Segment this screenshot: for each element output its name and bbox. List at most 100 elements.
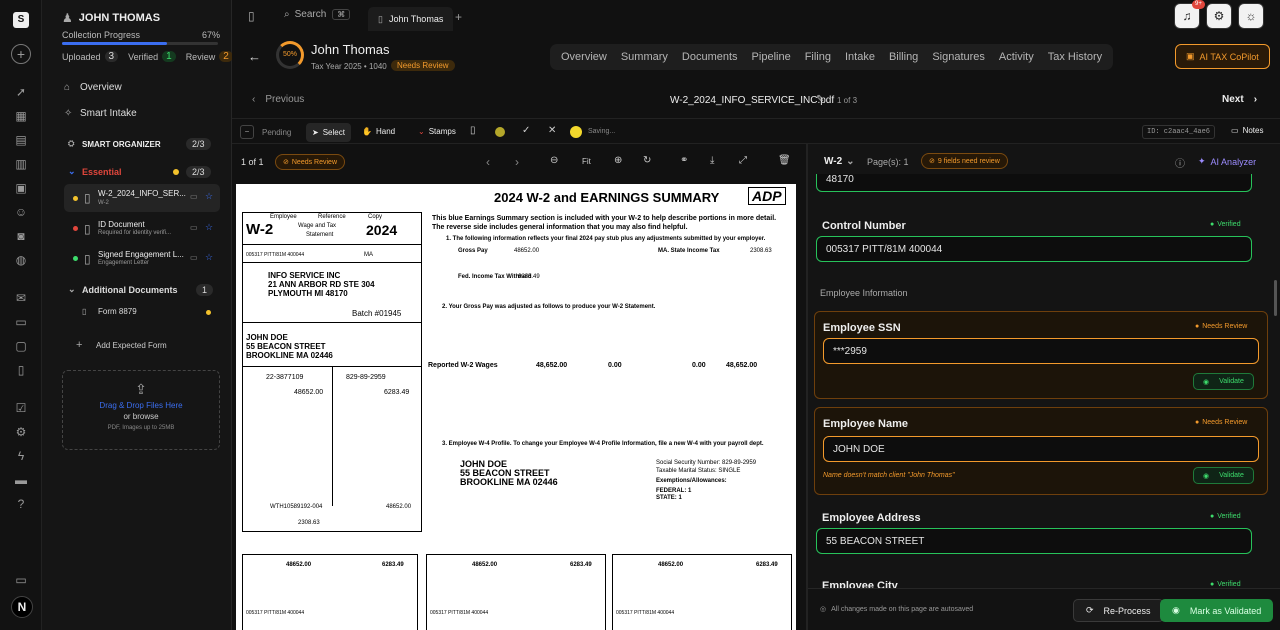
link-icon[interactable]: ⚭ xyxy=(680,155,688,166)
doc-item-engagement[interactable]: ▯ Signed Engagement L... Engagement Lett… xyxy=(64,246,220,272)
needs-review-tag: ● Needs Review xyxy=(1195,323,1247,330)
search-button[interactable]: ⌕ Search ⌘ xyxy=(284,9,351,20)
settings-button[interactable]: ⚙ xyxy=(1206,3,1232,29)
user-avatar[interactable]: N xyxy=(11,596,33,618)
trash-icon[interactable]: 🗑 xyxy=(778,155,791,166)
app-logo-icon[interactable]: S xyxy=(13,12,29,28)
star-icon[interactable]: ☆ xyxy=(205,191,213,202)
reprocess-button[interactable]: ⟳ Re-Process xyxy=(1073,599,1164,622)
next-button[interactable]: Next › xyxy=(1222,94,1257,105)
control-number-input[interactable]: 005317 PITT/81M 400044 xyxy=(816,236,1252,262)
batch-number: Batch #01945 xyxy=(352,309,402,318)
additional-documents-group[interactable]: ⌄ Additional Documents xyxy=(68,284,178,295)
back-arrow-icon[interactable]: ← xyxy=(248,49,261,64)
zoom-in-icon[interactable]: ⊕ xyxy=(614,155,622,166)
tab-intake[interactable]: Intake xyxy=(838,51,882,63)
tab-tax-history[interactable]: Tax History xyxy=(1041,51,1109,63)
gear-icon[interactable]: ⚙ xyxy=(13,424,29,440)
select-tool-button[interactable]: ➤ Select xyxy=(306,123,351,142)
tab-activity[interactable]: Activity xyxy=(992,51,1041,63)
bolt-icon[interactable]: ϟ xyxy=(13,448,29,464)
fit-button[interactable]: Fit xyxy=(582,157,591,166)
rotate-icon[interactable]: ↻ xyxy=(643,155,651,166)
download-icon[interactable]: ⤓ xyxy=(710,155,714,166)
clipboard-icon[interactable]: ▣ xyxy=(13,180,29,196)
dropzone-browse[interactable]: or browse xyxy=(63,412,219,421)
next-page-icon[interactable]: › xyxy=(515,155,519,169)
notifications-button[interactable]: ♫ 9+ xyxy=(1174,0,1205,29)
ai-copilot-button[interactable]: ▣ AI TAX CoPilot xyxy=(1175,44,1270,69)
rocket-icon[interactable]: ➚ xyxy=(13,84,29,100)
mark-validated-button[interactable]: ◉ Mark as Validated xyxy=(1160,599,1274,622)
hand-tool-button[interactable]: ✋ Hand xyxy=(362,127,395,136)
name-input[interactable]: JOHN DOE xyxy=(823,436,1259,462)
comment-icon[interactable]: ▭ xyxy=(190,223,198,232)
comment-icon[interactable]: ▭ xyxy=(190,192,198,201)
tab-signatures[interactable]: Signatures xyxy=(925,51,992,63)
doc-item-w2[interactable]: ▯ W-2_2024_INFO_SER... W-2 ▭ ☆ xyxy=(64,184,220,212)
edit-icon[interactable]: ✎ xyxy=(816,94,824,105)
notes-button[interactable]: ▭ Notes xyxy=(1231,126,1263,135)
pdf-page[interactable]: 2024 W-2 and EARNINGS SUMMARY ADP W-2 Em… xyxy=(236,184,796,630)
new-tab-icon[interactable]: + xyxy=(455,10,462,24)
card-icon[interactable]: ▬ xyxy=(13,472,29,488)
doc-item-id[interactable]: ▯ ID Document Required for identity veri… xyxy=(64,216,220,242)
help-icon[interactable]: ? xyxy=(13,496,29,512)
star-icon[interactable]: ☆ xyxy=(205,222,213,233)
add-icon[interactable]: + xyxy=(11,44,31,64)
zoom-out-icon[interactable]: ⊖ xyxy=(550,155,558,166)
star-icon[interactable]: ☆ xyxy=(205,252,213,263)
scrollbar[interactable] xyxy=(1274,280,1277,316)
field-scroll[interactable]: 48170 Control Number ● Verified 005317 PI… xyxy=(808,174,1280,588)
feedback-icon[interactable]: ▭ xyxy=(13,572,29,588)
tab-pipeline[interactable]: Pipeline xyxy=(745,51,798,63)
check-icon[interactable]: ✓ xyxy=(522,125,530,136)
tab-documents[interactable]: Documents xyxy=(675,51,745,63)
validate-name-button[interactable]: ◉ Validate xyxy=(1193,467,1254,484)
essential-group[interactable]: ⌄ Essential xyxy=(68,166,122,177)
comment-icon[interactable]: ▭ xyxy=(190,253,198,262)
checklist-icon[interactable]: ☑ xyxy=(13,400,29,416)
theme-toggle-button[interactable]: ☼ xyxy=(1238,3,1264,29)
ssn-input[interactable]: ***2959 xyxy=(823,338,1259,364)
top-field-input[interactable]: 48170 xyxy=(816,174,1252,192)
prev-page-icon[interactable]: ‹ xyxy=(486,155,490,169)
document-icon[interactable]: ▤ xyxy=(13,132,29,148)
info-icon[interactable]: ⓘ xyxy=(1175,155,1185,170)
expand-icon[interactable]: ⤢ xyxy=(739,155,747,166)
stamps-button[interactable]: ⌄ Stamps xyxy=(418,127,456,136)
close-icon[interactable]: ✕ xyxy=(548,125,556,136)
robot-icon[interactable]: ◙ xyxy=(13,228,29,244)
color-dot-olive[interactable] xyxy=(495,127,505,137)
sidebar-toggle-icon[interactable]: ▯ xyxy=(248,9,255,23)
dropzone[interactable]: ⇪ Drag & Drop Files Here or browse PDF, … xyxy=(62,370,220,450)
doc-item-form8879[interactable]: ▯ Form 8879 xyxy=(82,307,137,316)
file-icon[interactable]: ▯ xyxy=(13,362,29,378)
user-add-icon[interactable]: ☺ xyxy=(13,204,29,220)
doc-type-select[interactable]: W-2 ⌄ xyxy=(824,156,855,167)
tab-filing[interactable]: Filing xyxy=(798,51,838,63)
add-expected-form-button[interactable]: + Add Expected Form xyxy=(76,339,167,351)
tab-john-thomas[interactable]: ▯ John Thomas xyxy=(368,7,454,31)
tab-billing[interactable]: Billing xyxy=(882,51,925,63)
color-dot-yellow[interactable] xyxy=(570,126,582,138)
ai-analyzer-button[interactable]: ✦ AI Analyzer xyxy=(1198,156,1256,167)
chat-icon[interactable]: ▢ xyxy=(13,338,29,354)
table-icon[interactable]: ▥ xyxy=(13,156,29,172)
validate-ssn-button[interactable]: ◉ Validate xyxy=(1193,373,1254,390)
previous-button[interactable]: ‹ Previous xyxy=(252,94,304,105)
tab-overview[interactable]: Overview xyxy=(554,51,614,63)
page-icon[interactable]: ▯ xyxy=(470,125,476,136)
globe-icon[interactable]: ◍ xyxy=(13,252,29,268)
name-card: Employee Name ● Needs Review JOHN DOE Nam… xyxy=(814,407,1268,495)
nav-smart-intake[interactable]: ✧ Smart Intake xyxy=(64,108,137,119)
address-input[interactable]: 55 BEACON STREET xyxy=(816,528,1252,554)
mail-icon[interactable]: ✉ xyxy=(13,290,29,306)
folder-icon[interactable]: ▭ xyxy=(13,314,29,330)
pending-toggle[interactable]: − xyxy=(240,125,254,139)
nav-overview[interactable]: ⌂ Overview xyxy=(64,82,122,93)
tab-summary[interactable]: Summary xyxy=(614,51,675,63)
w2-form-label: W-2 xyxy=(246,221,274,238)
hand-icon: ✋ xyxy=(362,127,372,136)
grid-icon[interactable]: ▦ xyxy=(13,108,29,124)
